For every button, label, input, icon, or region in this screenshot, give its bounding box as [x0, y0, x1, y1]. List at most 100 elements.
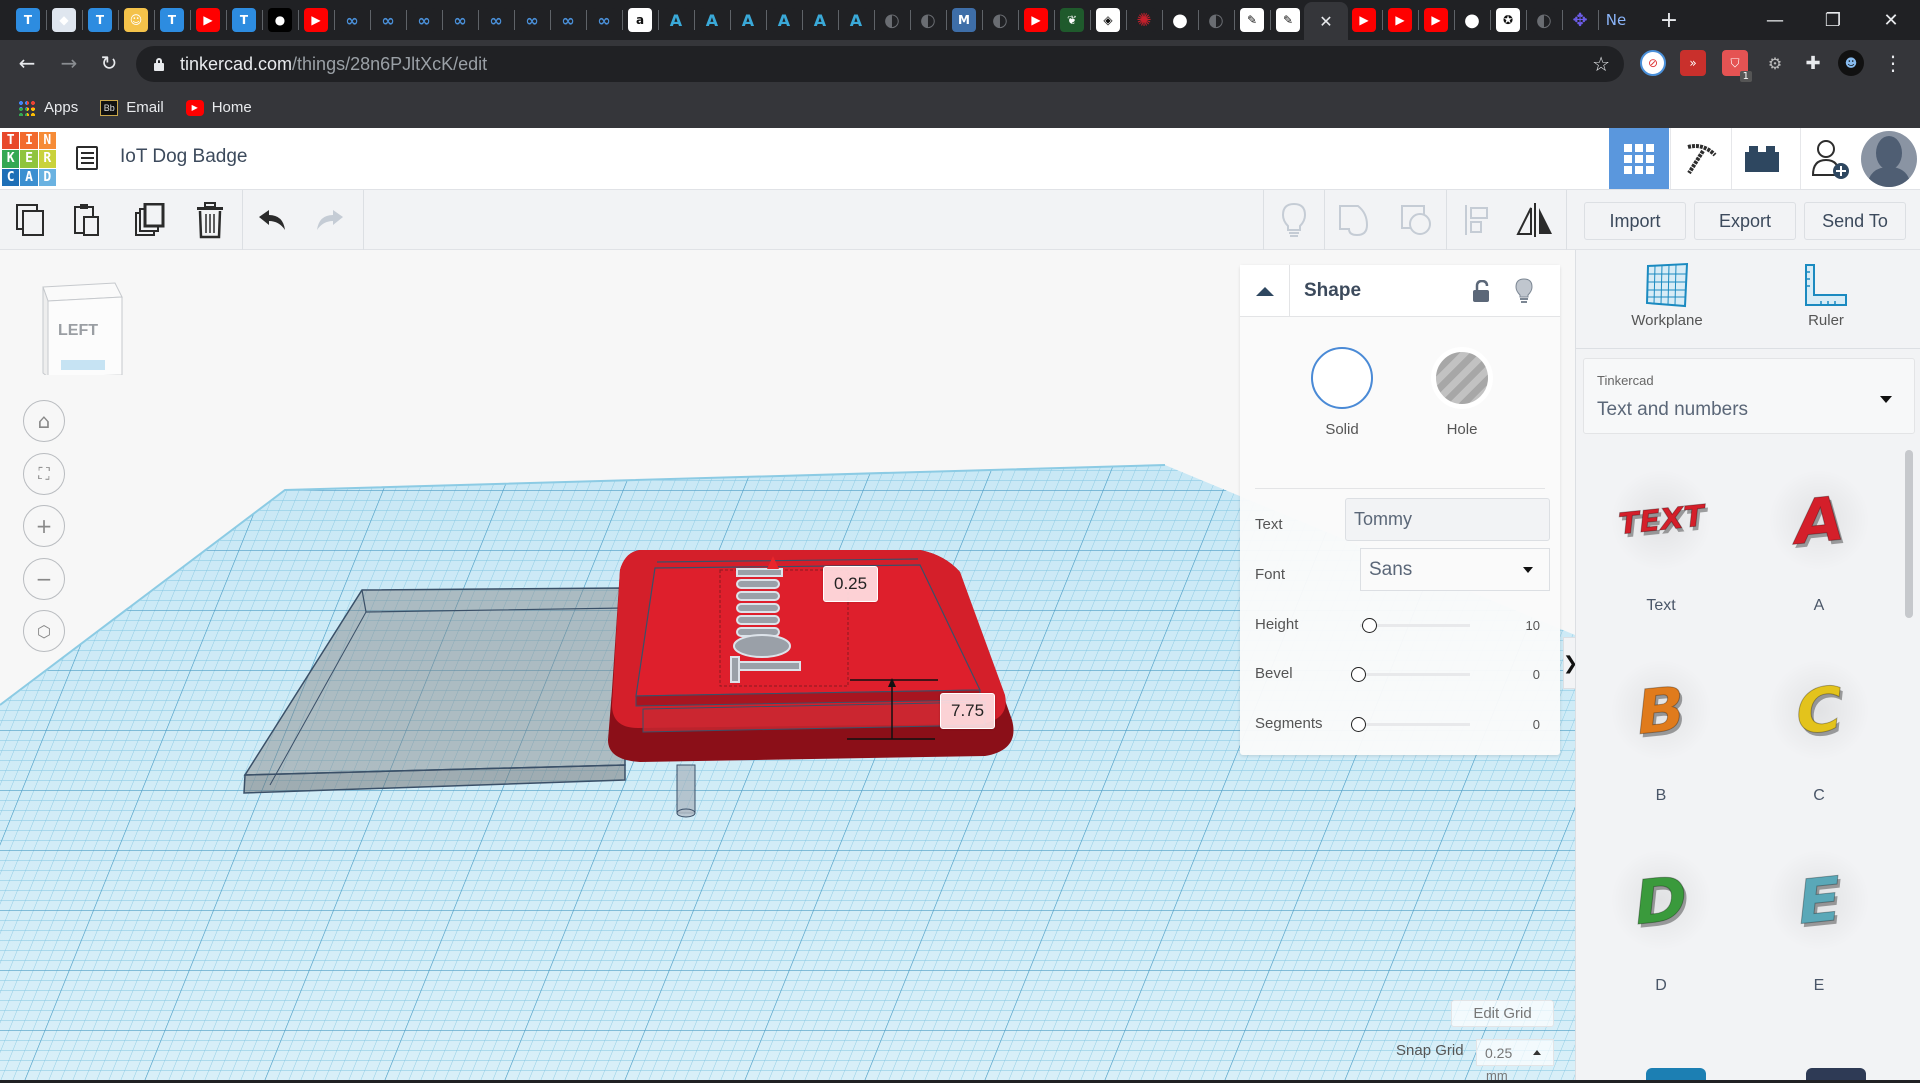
shape-item-d[interactable]: DD	[1596, 845, 1726, 1015]
browser-tab[interactable]: ∞	[340, 8, 364, 32]
fast-forward-extension-icon[interactable]: »	[1680, 50, 1706, 76]
solid-option[interactable]: Solid	[1302, 347, 1382, 438]
snap-grid-select[interactable]: 0.25	[1476, 1039, 1554, 1066]
browser-tab[interactable]: ▶	[196, 8, 220, 32]
browser-tab[interactable]: T	[16, 8, 40, 32]
browser-tab[interactable]: A	[736, 8, 760, 32]
browser-tab[interactable]: Ne	[1604, 8, 1628, 32]
design-list-icon[interactable]	[76, 146, 98, 170]
gears-extension-icon[interactable]: ⚙	[1762, 50, 1788, 76]
shape-item-partial[interactable]	[1646, 1068, 1706, 1080]
text-value-input[interactable]	[1345, 498, 1550, 541]
browser-tab[interactable]: ●	[268, 8, 292, 32]
shape-item-b[interactable]: BB	[1596, 655, 1726, 825]
segments-slider[interactable]	[1351, 717, 1470, 732]
sidebar-scrollbar[interactable]	[1905, 450, 1913, 618]
delete-button[interactable]	[190, 200, 230, 240]
new-tab-button[interactable]: +	[1657, 8, 1681, 33]
edit-grid-button[interactable]: Edit Grid	[1451, 1000, 1554, 1027]
font-select[interactable]: Sans	[1360, 548, 1550, 591]
browser-tab[interactable]: ✎	[1240, 8, 1264, 32]
slider-knob[interactable]	[1351, 667, 1366, 682]
bricks-view-button[interactable]	[1731, 128, 1791, 189]
browser-tab[interactable]: A	[808, 8, 832, 32]
shape-item-text[interactable]: TEXT Text	[1596, 465, 1726, 635]
browser-tab[interactable]: ◐	[916, 8, 940, 32]
browser-tab[interactable]: ✪	[1496, 8, 1520, 32]
browser-tab[interactable]: A	[664, 8, 688, 32]
hole-option[interactable]: Hole	[1422, 347, 1502, 438]
browser-tab[interactable]: ◈	[1096, 8, 1120, 32]
bookmark-apps[interactable]: Apps	[18, 99, 78, 116]
browser-tab[interactable]: ▶	[1388, 8, 1412, 32]
slider-knob[interactable]	[1351, 717, 1366, 732]
shape-item-a[interactable]: AA	[1754, 465, 1884, 635]
fit-all-button[interactable]: ⛶	[23, 453, 65, 495]
browser-tab[interactable]: ◐	[1532, 8, 1556, 32]
browser-tab[interactable]: ◐	[880, 8, 904, 32]
bookmark-star-icon[interactable]: ☆	[1592, 52, 1610, 76]
zoom-in-button[interactable]: +	[23, 505, 65, 547]
back-button[interactable]: ←	[12, 48, 42, 78]
redo-button[interactable]	[310, 200, 350, 240]
chrome-menu-icon[interactable]: ⋮	[1880, 50, 1906, 76]
browser-tab[interactable]: ▶	[304, 8, 328, 32]
browser-tab[interactable]: a	[628, 8, 652, 32]
send-to-button[interactable]: Send To	[1804, 202, 1906, 240]
browser-tab[interactable]: ∞	[448, 8, 472, 32]
3d-design-view-button[interactable]	[1609, 128, 1669, 189]
height-slider[interactable]	[1360, 618, 1470, 633]
duplicate-button[interactable]	[130, 200, 170, 240]
browser-tab[interactable]: ✎	[1276, 8, 1300, 32]
browser-tab[interactable]: ▶	[1352, 8, 1376, 32]
export-button[interactable]: Export	[1694, 202, 1796, 240]
home-view-button[interactable]: ⌂	[23, 400, 65, 442]
notes-button[interactable]	[1274, 200, 1314, 240]
browser-tab[interactable]: M	[952, 8, 976, 32]
paste-button[interactable]	[68, 200, 108, 240]
browser-tab[interactable]: ∞	[484, 8, 508, 32]
mirror-button[interactable]	[1515, 200, 1555, 240]
shape-item-e[interactable]: EE	[1754, 845, 1884, 1015]
shape-library-select[interactable]: Tinkercad Text and numbers	[1583, 358, 1915, 434]
browser-tab[interactable]: ∞	[556, 8, 580, 32]
browser-tab[interactable]: ◐	[1204, 8, 1228, 32]
align-button[interactable]	[1457, 200, 1497, 240]
undo-button[interactable]	[252, 200, 292, 240]
lightbulb-icon[interactable]	[1514, 278, 1534, 304]
browser-tab[interactable]: A	[700, 8, 724, 32]
url-text[interactable]: tinkercad.com/things/28n6PJltXcK/edit	[180, 54, 487, 75]
browser-tab[interactable]: ☺	[124, 8, 148, 32]
bookmark-email[interactable]: Bb Email	[100, 99, 164, 116]
close-tab-icon[interactable]: ✕	[1319, 12, 1332, 31]
pin-cylinder-shape[interactable]	[676, 764, 696, 818]
minimize-button[interactable]: —	[1746, 0, 1804, 40]
browser-tab[interactable]: A	[772, 8, 796, 32]
browser-tab[interactable]: ▶	[1024, 8, 1048, 32]
workplane-tool[interactable]: Workplane	[1612, 262, 1722, 329]
browser-tab[interactable]: ●	[1460, 8, 1484, 32]
user-avatar[interactable]	[1861, 131, 1917, 187]
design-title[interactable]: IoT Dog Badge	[120, 146, 247, 168]
browser-tab[interactable]: ∞	[376, 8, 400, 32]
profile-avatar-icon[interactable]: ☻	[1838, 50, 1864, 76]
browser-tab[interactable]: ◆	[52, 8, 76, 32]
reload-button[interactable]: ↻	[94, 48, 124, 78]
invite-user-button[interactable]	[1800, 128, 1860, 189]
address-bar[interactable]: tinkercad.com/things/28n6PJltXcK/edit ☆	[136, 46, 1624, 82]
ungroup-button[interactable]	[1396, 200, 1436, 240]
height-dimension-label[interactable]: 7.75	[940, 693, 996, 729]
active-tab[interactable]: ✕	[1304, 2, 1348, 40]
browser-tab[interactable]: ❦	[1060, 8, 1084, 32]
forward-button[interactable]: →	[54, 48, 84, 78]
unlock-icon[interactable]	[1472, 280, 1490, 302]
zoom-out-button[interactable]: −	[23, 558, 65, 600]
tinkercad-logo[interactable]: T I N K E R C A D	[2, 132, 56, 186]
browser-tab[interactable]: ▶	[1424, 8, 1448, 32]
browser-tab[interactable]: A	[844, 8, 868, 32]
browser-tab[interactable]: ●	[1168, 8, 1192, 32]
collapse-inspector-button[interactable]	[1240, 265, 1290, 317]
extensions-puzzle-icon[interactable]: ✚	[1800, 50, 1826, 76]
bevel-slider[interactable]	[1351, 667, 1470, 682]
browser-tab[interactable]: T	[232, 8, 256, 32]
